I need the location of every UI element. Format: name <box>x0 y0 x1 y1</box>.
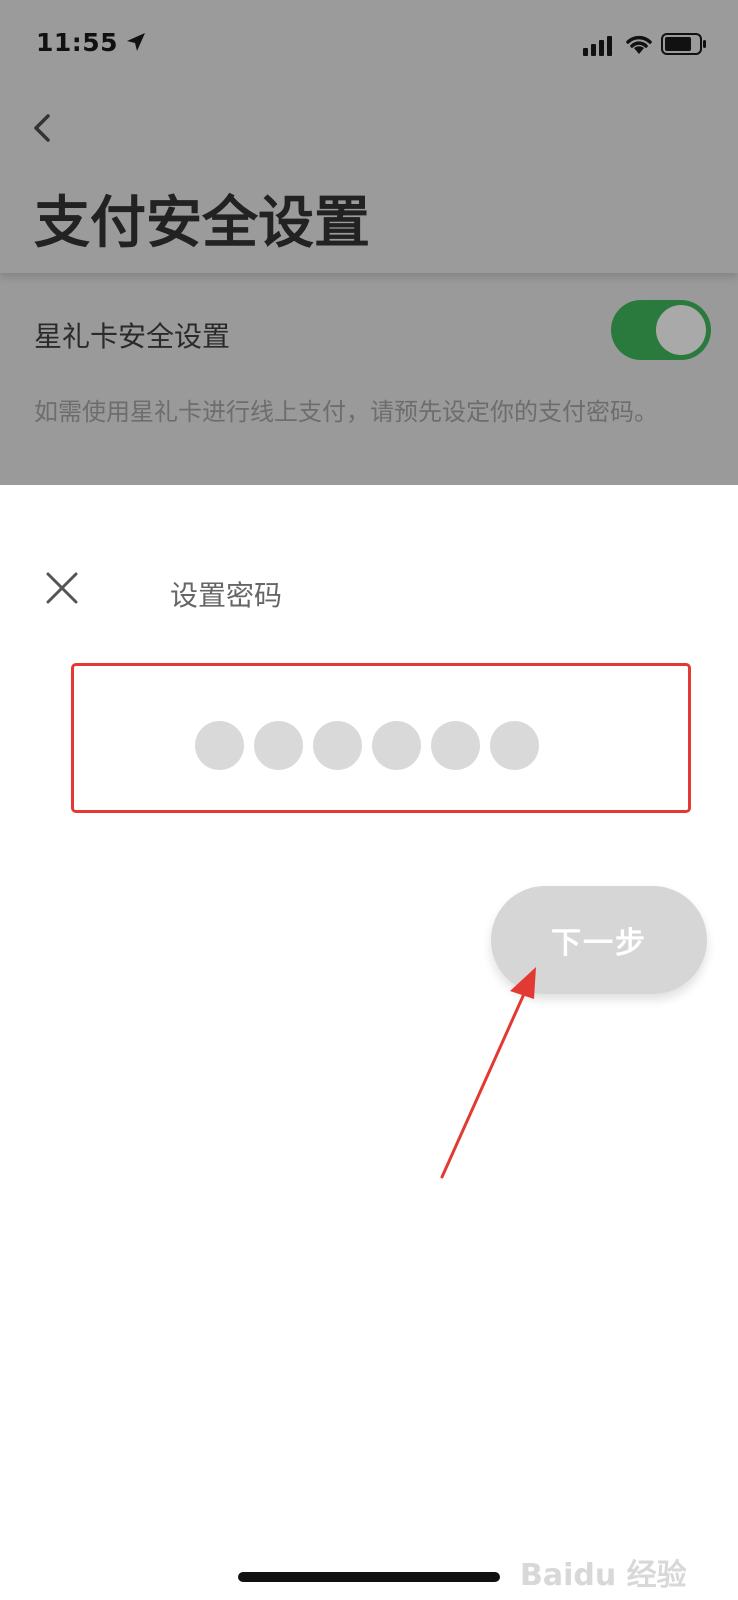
back-button[interactable] <box>28 110 58 146</box>
wifi-icon <box>626 35 652 54</box>
star-card-toggle[interactable] <box>611 300 711 360</box>
setting-label: 星礼卡安全设置 <box>34 320 231 353</box>
pin-dot <box>313 721 362 770</box>
pin-dot <box>254 721 303 770</box>
password-sheet <box>0 485 738 1600</box>
close-icon[interactable] <box>44 570 80 606</box>
background-page: 11:55 支付安全设置 星礼卡安全设置 如需使用星礼卡进行线上支付，请预先设定… <box>0 0 738 485</box>
header: 11:55 支付安全设置 <box>0 0 738 273</box>
battery-icon <box>661 33 706 55</box>
sheet-title: 设置密码 <box>170 579 283 612</box>
pin-input[interactable] <box>195 721 539 770</box>
status-time: 11:55 <box>36 28 119 57</box>
setting-description: 如需使用星礼卡进行线上支付，请预先设定你的支付密码。 <box>34 398 658 426</box>
signal-icon <box>583 36 612 56</box>
pin-dot <box>372 721 421 770</box>
pin-dot <box>431 721 480 770</box>
pin-dot <box>195 721 244 770</box>
home-indicator <box>238 1572 500 1582</box>
annotation-arrow-icon <box>440 967 536 1179</box>
page-title: 支付安全设置 <box>34 191 370 256</box>
pin-dot <box>490 721 539 770</box>
watermark: Baidu 经验 <box>520 1558 687 1593</box>
location-arrow-icon <box>127 33 145 51</box>
toggle-knob <box>656 305 706 355</box>
